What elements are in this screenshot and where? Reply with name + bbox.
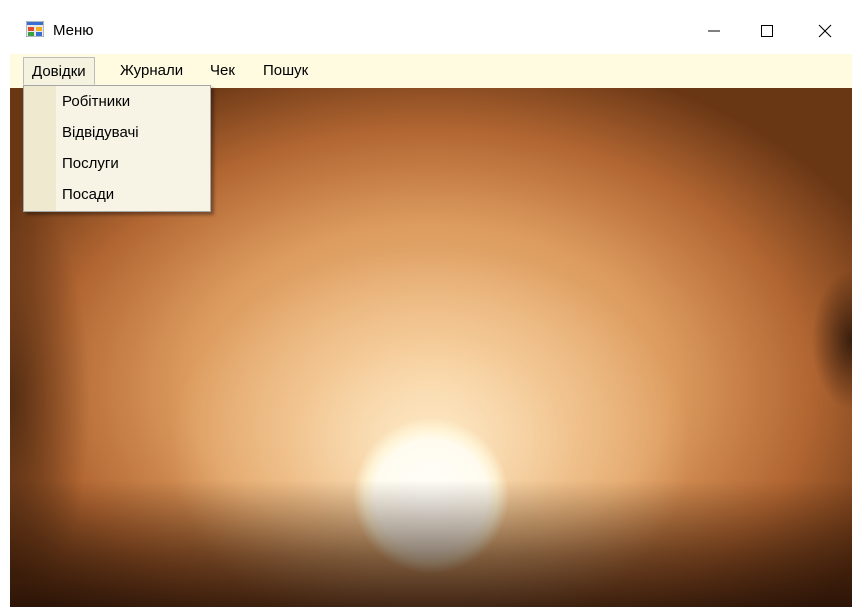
dropdown-icon-gutter [24, 86, 56, 211]
dropdown-item-posluhy[interactable]: Послуги [62, 150, 119, 178]
dropdown-item-robitnyky[interactable]: Робітники [62, 88, 130, 116]
maximize-icon [761, 25, 773, 37]
minimize-icon [708, 30, 720, 32]
background-shadow-right [770, 260, 852, 420]
minimize-button[interactable] [684, 10, 744, 52]
menu-zhurnaly[interactable]: Журнали [112, 57, 191, 85]
close-button[interactable] [795, 10, 852, 52]
background-shadow-bottom [10, 480, 852, 607]
app-icon [26, 21, 44, 37]
close-icon [818, 24, 832, 38]
window-title: Меню [53, 22, 94, 39]
dovidky-dropdown-menu: Робітники Відвідувачі Послуги Посади [23, 85, 211, 212]
menu-poshuk[interactable]: Пошук [255, 57, 316, 85]
main-window: Меню Довідки Журнали Чек Пошук Робітники… [0, 0, 852, 607]
dropdown-item-vidviduvachi[interactable]: Відвідувачі [62, 119, 139, 147]
maximize-button[interactable] [737, 10, 797, 52]
title-bar[interactable]: Меню [0, 0, 852, 52]
window-frame-left [0, 52, 10, 607]
dropdown-item-posady[interactable]: Посади [62, 181, 114, 209]
menu-dovidky[interactable]: Довідки [23, 57, 95, 85]
menu-bar: Довідки Журнали Чек Пошук [0, 54, 852, 88]
menu-chek[interactable]: Чек [202, 57, 243, 85]
